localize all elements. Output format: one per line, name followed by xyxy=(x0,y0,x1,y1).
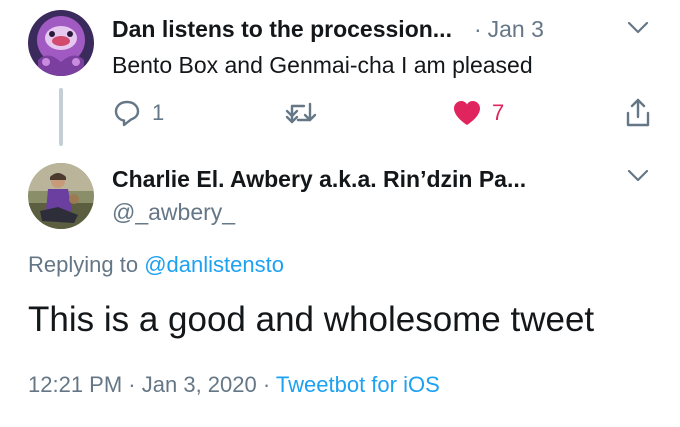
tweet1-date[interactable]: Jan 3 xyxy=(488,16,544,42)
tweet2-text: This is a good and wholesome tweet xyxy=(28,300,595,339)
replying-to-line: Replying to @danlistensto xyxy=(28,252,284,278)
share-icon xyxy=(626,98,650,127)
chevron-down-icon[interactable] xyxy=(627,21,649,35)
tweet2-header: Charlie El. Awbery a.k.a. Rin’dzin Pa... xyxy=(112,166,526,193)
reply-button[interactable]: 1 xyxy=(112,96,164,130)
tweet2-footer: 12:21 PM · Jan 3, 2020 · Tweetbot for iO… xyxy=(28,372,440,398)
like-button[interactable]: 7 xyxy=(452,96,504,130)
tweet2-author-name[interactable]: Charlie El. Awbery a.k.a. Rin’dzin Pa... xyxy=(112,166,526,192)
tweet1-header: Dan listens to the procession... · Jan 3 xyxy=(112,16,544,43)
tweet2-date: Jan 3, 2020 xyxy=(141,372,257,397)
tweet2-handle[interactable]: @_awbery_ xyxy=(112,199,235,226)
replying-prefix: Replying to xyxy=(28,252,139,277)
like-count: 7 xyxy=(492,100,505,125)
heart-icon xyxy=(454,101,480,125)
tweet1-author-name[interactable]: Dan listens to the procession... xyxy=(112,16,452,42)
share-button[interactable] xyxy=(624,96,652,130)
tweet1-separator: · xyxy=(473,16,482,42)
reply-icon xyxy=(114,100,140,127)
footer-dot-2: · xyxy=(262,372,271,397)
retweet-button[interactable] xyxy=(284,96,318,130)
thread-line xyxy=(59,88,63,146)
retweet-icon xyxy=(285,102,317,124)
reply-count: 1 xyxy=(152,100,165,125)
tweet1-text: Bento Box and Genmai-cha I am pleased xyxy=(112,52,533,78)
replying-to-link[interactable]: @danlistensto xyxy=(144,252,284,277)
footer-dot-1: · xyxy=(128,372,136,397)
avatar-dan[interactable] xyxy=(28,10,94,76)
tweet2-time: 12:21 PM xyxy=(28,372,123,397)
chevron-down-icon[interactable] xyxy=(627,169,649,183)
avatar-charlie[interactable] xyxy=(28,163,94,229)
tweet2-source-link[interactable]: Tweetbot for iOS xyxy=(276,372,440,397)
